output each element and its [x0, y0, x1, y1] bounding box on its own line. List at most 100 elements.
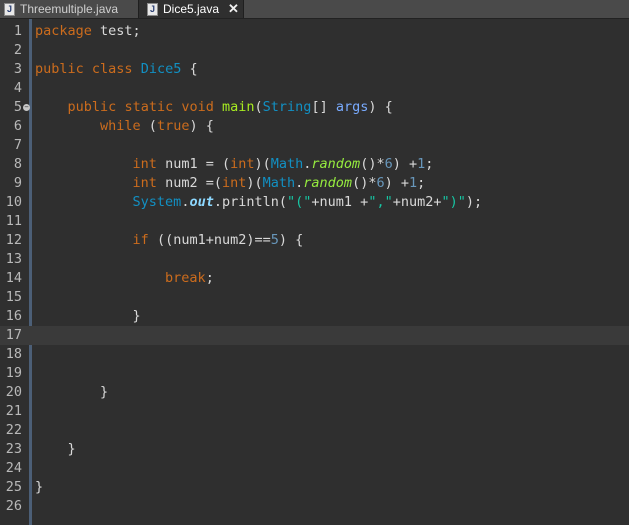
fold-toggle-icon[interactable]: −: [23, 104, 30, 111]
line-number: 26: [5, 498, 22, 514]
code-token: 5: [270, 232, 279, 248]
line-number: 12: [5, 232, 22, 248]
code-token: Math: [262, 175, 296, 191]
code-text: package test;: [35, 22, 141, 41]
code-token: )(: [246, 175, 263, 191]
java-file-icon: J: [147, 2, 158, 16]
code-line[interactable]: 14 break;: [0, 269, 629, 288]
code-line[interactable]: 7: [0, 136, 629, 155]
code-line[interactable]: 11: [0, 212, 629, 231]
code-line[interactable]: 17: [0, 326, 629, 345]
code-line[interactable]: 21: [0, 402, 629, 421]
code-token: {: [181, 61, 198, 77]
code-token: random: [311, 156, 361, 172]
code-text: public class Dice5 {: [35, 60, 198, 79]
code-line[interactable]: 20 }: [0, 383, 629, 402]
code-token: while: [100, 118, 141, 134]
close-tab-icon[interactable]: ✕: [228, 1, 239, 17]
code-text: if ((num1+num2)==5) {: [35, 231, 304, 250]
code-line[interactable]: 23 }: [0, 440, 629, 459]
code-text: int num2 =(int)(Math.random()*6) +1;: [35, 174, 426, 193]
code-text: while (true) {: [35, 117, 214, 136]
code-text: }: [35, 478, 43, 497]
code-line[interactable]: 1 package test;: [0, 22, 629, 41]
line-number: 24: [5, 460, 22, 476]
line-number: 11: [5, 213, 22, 229]
code-token: out: [189, 194, 214, 210]
line-number: 19: [5, 365, 22, 381]
code-token: int: [221, 175, 247, 191]
code-line[interactable]: 8 int num1 = (int)(Math.random()*6) +1;: [0, 155, 629, 174]
code-token: System: [132, 194, 182, 210]
code-line[interactable]: 22: [0, 421, 629, 440]
code-token: num1 = (: [156, 156, 231, 172]
code-line[interactable]: 2: [0, 41, 629, 60]
code-text: break;: [35, 269, 214, 288]
code-token: ) +: [384, 175, 409, 191]
code-token: ()*: [352, 175, 377, 191]
editor-tab-bar: J Threemultiple.java J Dice5.java ✕: [0, 0, 629, 19]
code-token: int: [132, 156, 157, 172]
code-line[interactable]: 25}: [0, 478, 629, 497]
code-line[interactable]: 26: [0, 497, 629, 516]
code-line[interactable]: 5− public static void main(String[] args…: [0, 98, 629, 117]
code-token: int: [230, 156, 255, 172]
code-token: }: [35, 479, 44, 495]
line-number: 13: [5, 251, 22, 267]
code-token: ()*: [360, 156, 385, 172]
java-file-icon: J: [4, 2, 15, 16]
code-token: void: [181, 99, 214, 115]
code-text: int num1 = (int)(Math.random()*6) +1;: [35, 155, 434, 174]
line-number: 23: [5, 441, 22, 457]
code-line[interactable]: 13: [0, 250, 629, 269]
code-token: static: [124, 99, 174, 115]
code-line[interactable]: 3 public class Dice5 {: [0, 60, 629, 79]
code-token: Dice5: [140, 61, 182, 77]
line-number: 4: [13, 80, 22, 96]
code-line[interactable]: 24: [0, 459, 629, 478]
code-token: if: [132, 232, 149, 248]
code-line[interactable]: 18: [0, 345, 629, 364]
code-line[interactable]: 4: [0, 79, 629, 98]
tab-threemultiple-java[interactable]: J Threemultiple.java: [0, 0, 138, 18]
code-token: }: [35, 441, 76, 457]
line-number: 8: [13, 156, 22, 172]
code-token: "(": [287, 194, 312, 210]
line-number: 17: [5, 327, 22, 343]
code-token: ")": [441, 194, 466, 210]
code-token: ) +: [392, 156, 418, 172]
code-text: System.out.println("("+num1 +","+num2+")…: [35, 193, 483, 212]
code-text: }: [35, 440, 76, 459]
code-token: ) {: [189, 118, 214, 134]
code-line[interactable]: 9 int num2 =(int)(Math.random()*6) +1;: [0, 174, 629, 193]
line-number: 7: [13, 137, 22, 153]
code-line[interactable]: 6 while (true) {: [0, 117, 629, 136]
code-line[interactable]: 12 if ((num1+num2)==5) {: [0, 231, 629, 250]
code-editor[interactable]: 1 package test; 2 3 public class Dice5 {4 5− …: [0, 19, 629, 525]
code-token: Math: [270, 156, 304, 172]
line-number: 16: [5, 308, 22, 324]
code-text: }: [35, 383, 108, 402]
code-token: ) {: [368, 99, 393, 115]
code-line[interactable]: 15: [0, 288, 629, 307]
tab-dice5-java[interactable]: J Dice5.java ✕: [138, 0, 244, 18]
line-number: 1: [13, 23, 22, 39]
code-line[interactable]: 10 System.out.println("("+num1 +","+num2…: [0, 193, 629, 212]
code-token: ;: [205, 270, 214, 286]
line-number: 18: [5, 346, 22, 362]
code-line[interactable]: 19: [0, 364, 629, 383]
code-token: public: [67, 99, 117, 115]
code-token: }: [35, 384, 109, 400]
code-text: }: [35, 307, 141, 326]
line-number: 15: [5, 289, 22, 305]
code-token: true: [156, 118, 190, 134]
line-number: 2: [13, 42, 22, 58]
code-token: );: [465, 194, 483, 210]
code-token: 6: [384, 156, 393, 172]
code-line[interactable]: 16 }: [0, 307, 629, 326]
